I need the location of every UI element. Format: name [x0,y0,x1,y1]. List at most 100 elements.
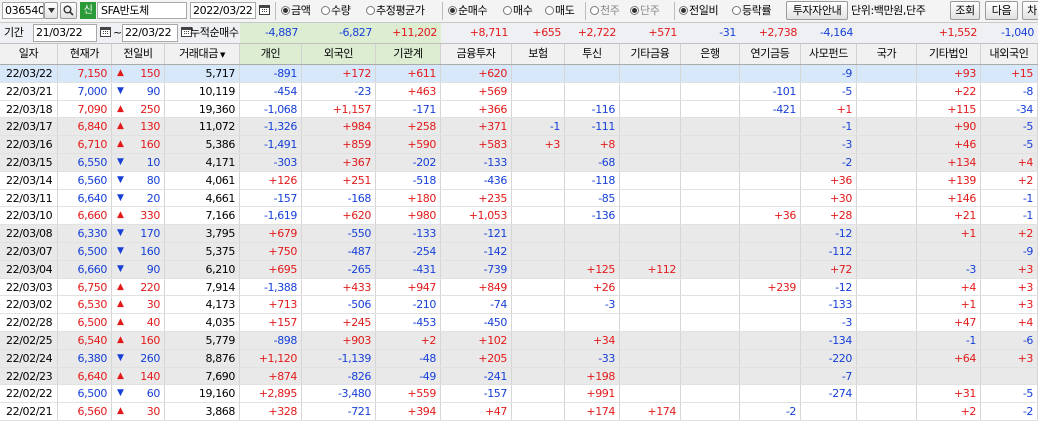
column-header[interactable]: 전일비 [112,44,165,64]
table-cell: +750 [240,242,302,260]
table-cell: 5,779 [165,331,240,349]
table-cell [620,207,681,225]
radio-option[interactable]: 금액 [281,3,311,19]
table-cell [620,331,681,349]
table-row[interactable]: 22/03/22 7,150 ▲ 150 5,717 -891 +172 +611 +620 -9… [0,65,1038,83]
table-row[interactable]: 22/03/15 6,550 ▼ 10 4,171 -303 +367 -202 -133 -68… [0,153,1038,172]
table-row[interactable]: 22/02/28 6,500 ▲ 40 4,035 +157 +245 -453 -450 -3 +… [0,314,1038,332]
table-cell [857,100,917,118]
change-cell: ▼ 260 [112,349,165,367]
table-row[interactable]: 22/03/04 6,660 ▼ 90 6,210 +695 -265 -431 -739 +12… [0,260,1038,279]
column-header[interactable]: 기타금융 [620,44,681,64]
table-cell: +1,157 [302,100,376,118]
column-header[interactable]: 은행 [681,44,740,64]
chevron-down-icon [47,8,55,13]
date-input[interactable]: 2022/03/22 [190,2,256,19]
table-cell: -171 [376,100,441,118]
table-row[interactable]: 22/03/10 6,660 ▲ 330 7,166 -1,619 +620 +980 +1,0… [0,207,1038,226]
table-row[interactable]: 22/03/02 6,530 ▲ 30 4,173 +713 -506 -210 -74 -3 -1… [0,296,1038,315]
column-header[interactable]: 외국인 [302,44,376,64]
radio-checked-icon [448,6,457,15]
search-button[interactable]: 조회 [950,1,980,20]
table-row[interactable]: 22/03/17 6,840 ▲ 130 11,072 -1,326 +984 +258 +37… [0,118,1038,137]
column-header[interactable]: 보험 [512,44,565,64]
table-row[interactable]: 22/03/07 6,500 ▼ 160 5,375 +750 -487 -254 -142 -1… [0,242,1038,261]
radio-option[interactable]: 매수 [503,3,533,19]
table-row[interactable]: 22/02/23 6,640 ▲ 140 7,690 +874 -826 -49 -241 +19… [0,367,1038,386]
column-header[interactable]: 현재가 [58,44,112,64]
table-row[interactable]: 22/03/21 7,000 ▼ 90 10,119 -454 -23 +463 +569 -10… [0,82,1038,101]
table-cell [620,225,681,242]
column-header[interactable]: 개인 [240,44,302,64]
change-value: 250 [140,102,160,116]
radio-option[interactable]: 추정평균가 [366,3,425,19]
table-cell [857,367,917,385]
stock-code-input[interactable]: 036540 [2,2,44,19]
table-cell [857,260,917,278]
triangle-down-icon: ▼ [117,352,124,363]
table-cell: -739 [441,260,512,278]
column-header[interactable]: 기타법인 [917,44,981,64]
calendar-button[interactable] [256,2,272,19]
table-cell [857,296,917,314]
column-header[interactable]: 내외국인 [981,44,1038,64]
investor-guide-button[interactable]: 투자자안내 [786,1,848,20]
table-row[interactable]: 22/02/22 6,500 ▼ 60 19,160 +2,895 -3,480 +559 -1… [0,385,1038,404]
period-from-input[interactable]: 21/03/22 [33,24,97,42]
table-row[interactable]: 22/02/21 6,560 ▲ 30 3,868 +328 -721 +394 +47 +174… [0,403,1038,421]
table-cell: +1,053 [441,207,512,225]
table-cell [740,260,801,278]
change-cell: ▲ 140 [112,367,165,385]
table-row[interactable]: 22/03/11 6,640 ▼ 20 4,661 -157 -168 +180 +235 -85… [0,189,1038,208]
table-row[interactable]: 22/03/16 6,710 ▲ 160 5,386 -1,491 +859 +590 +583… [0,136,1038,154]
column-header-label: 국가 [876,47,897,60]
table-cell: 6,540 [58,331,112,349]
radio-option[interactable]: 전일비 [679,3,719,19]
table-row[interactable]: 22/03/03 6,750 ▲ 220 7,914 -1,388 +433 +947 +849… [0,278,1038,297]
column-header[interactable]: 기관계 [376,44,441,64]
column-header-label: 내외국인 [989,47,1029,60]
period-to-input[interactable]: 22/03/22 [122,24,178,42]
table-row[interactable]: 22/03/08 6,330 ▼ 170 3,795 +679 -550 -133 -121 -1… [0,225,1038,243]
radio-option[interactable]: 매도 [545,3,575,19]
table-cell: -241 [441,367,512,385]
change-value: 140 [140,369,160,383]
column-header[interactable]: 거래대금 ▼ [165,44,240,64]
dropdown-button[interactable] [44,2,58,19]
radio-option[interactable]: 천주 [590,3,620,19]
next-button[interactable]: 다음 [985,1,1018,20]
table-cell [512,189,565,207]
table-row[interactable]: 22/03/18 7,090 ▲ 250 19,360 -1,068 +1,157 -171 +… [0,100,1038,119]
radio-label: 전일비 [689,4,719,17]
table-cell: +1,120 [240,349,302,367]
search-stock-button[interactable] [60,2,77,19]
table-cell: -9 [801,65,857,82]
column-header[interactable]: 국가 [857,44,917,64]
column-header[interactable]: 사모펀드 [801,44,857,64]
radio-option[interactable]: 수량 [321,3,351,19]
table-cell: -431 [376,260,441,278]
chart-button[interactable]: 차 [1022,1,1038,20]
column-header[interactable]: 금융투자 [441,44,512,64]
column-header[interactable]: 연기금등 [740,44,801,64]
radio-option[interactable]: 순매수 [448,3,488,19]
table-cell: +139 [917,171,981,189]
table-cell: +180 [376,189,441,207]
table-cell [512,314,565,331]
radio-option[interactable]: 등락률 [732,3,772,19]
change-value: 160 [140,244,160,258]
table-row[interactable]: 22/02/24 6,380 ▼ 260 8,876 +1,120 -1,139 -48 +20… [0,349,1038,368]
change-value: 60 [146,387,161,401]
table-cell: 22/03/16 [0,136,58,153]
radio-checked-icon [281,6,290,15]
table-row[interactable]: 22/02/25 6,540 ▲ 160 5,779 -898 +903 +2 +102 +34 -… [0,331,1038,350]
table-cell [740,314,801,331]
table-cell: -133 [801,296,857,314]
table-cell: +172 [302,65,376,82]
column-header[interactable]: 일자 [0,44,58,64]
column-header[interactable]: 투신 [565,44,620,64]
table-cell [620,65,681,82]
calendar-from-button[interactable] [97,24,113,41]
radio-option[interactable]: 단주 [630,3,660,19]
table-row[interactable]: 22/03/14 6,560 ▼ 80 4,061 +126 +251 -518 -436 -11… [0,171,1038,190]
